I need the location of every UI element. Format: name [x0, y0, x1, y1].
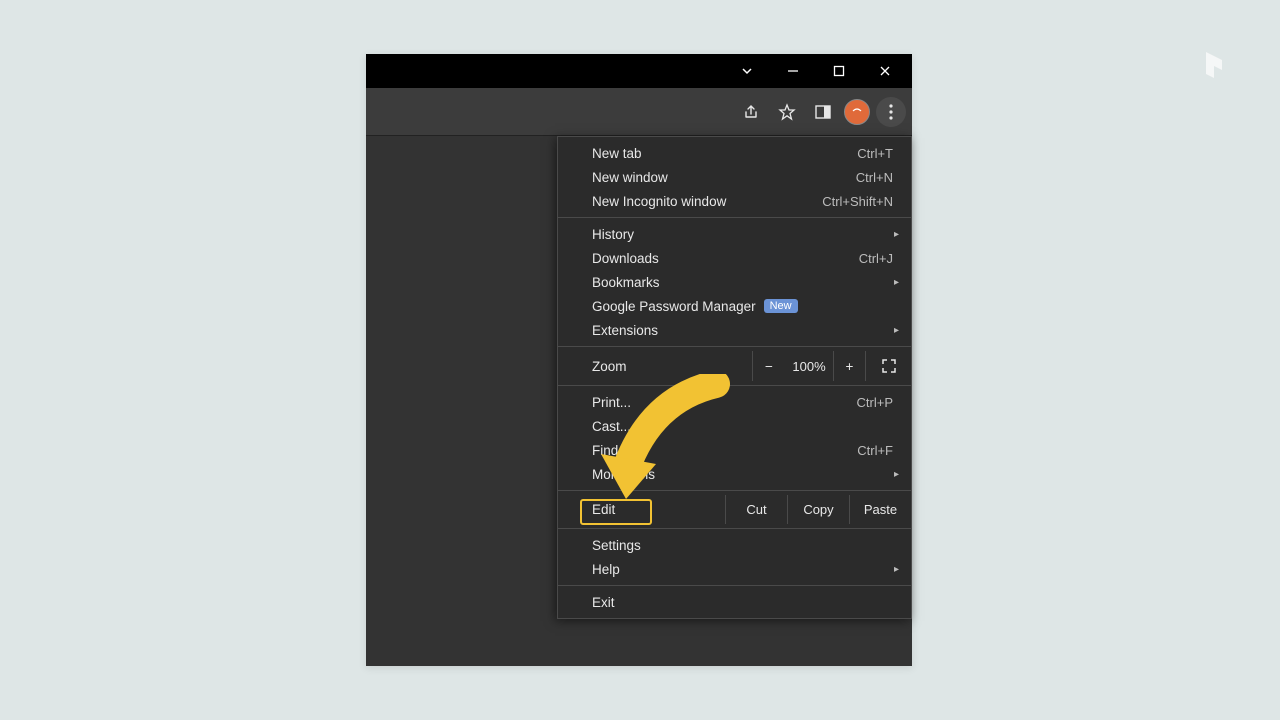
menu-item-find[interactable]: Find... Ctrl+F [558, 438, 911, 462]
menu-label: Extensions [592, 323, 893, 338]
menu-item-password-manager[interactable]: Google Password Manager New [558, 294, 911, 318]
brand-logo [1198, 48, 1230, 80]
close-button[interactable] [862, 54, 908, 88]
menu-shortcut: Ctrl+N [856, 170, 893, 185]
cut-button[interactable]: Cut [725, 495, 787, 524]
share-icon[interactable] [736, 97, 766, 127]
menu-label: Exit [592, 595, 893, 610]
menu-item-new-tab[interactable]: New tab Ctrl+T [558, 141, 911, 165]
browser-window: New tab Ctrl+T New window Ctrl+N New Inc… [366, 54, 912, 666]
zoom-in-button[interactable]: + [833, 351, 865, 381]
side-panel-icon[interactable] [808, 97, 838, 127]
menu-item-zoom: Zoom − 100% + [558, 351, 911, 381]
menu-label: Settings [592, 538, 893, 553]
menu-shortcut: Ctrl+J [859, 251, 893, 266]
menu-item-exit[interactable]: Exit [558, 590, 911, 614]
menu-label: New window [592, 170, 856, 185]
browser-toolbar [366, 88, 912, 136]
menu-label: Google Password Manager [592, 299, 756, 314]
menu-item-help[interactable]: Help ▸ [558, 557, 911, 581]
menu-label: Print... [592, 395, 857, 410]
submenu-arrow-icon: ▸ [894, 325, 899, 336]
zoom-label: Zoom [592, 359, 752, 374]
menu-shortcut: Ctrl+Shift+N [822, 194, 893, 209]
menu-separator [558, 585, 911, 586]
menu-item-bookmarks[interactable]: Bookmarks ▸ [558, 270, 911, 294]
menu-item-settings[interactable]: Settings [558, 533, 911, 557]
window-titlebar [366, 54, 912, 88]
menu-item-more-tools[interactable]: More tools ▸ [558, 462, 911, 486]
menu-item-extensions[interactable]: Extensions ▸ [558, 318, 911, 342]
menu-label: Bookmarks [592, 275, 893, 290]
profile-avatar[interactable] [844, 99, 870, 125]
menu-label: More tools [592, 467, 893, 482]
edit-label: Edit [592, 502, 725, 517]
new-badge: New [764, 299, 798, 313]
menu-item-cast[interactable]: Cast... [558, 414, 911, 438]
copy-button[interactable]: Copy [787, 495, 849, 524]
menu-shortcut: Ctrl+P [857, 395, 893, 410]
menu-label: Find... [592, 443, 857, 458]
submenu-arrow-icon: ▸ [894, 229, 899, 240]
menu-item-new-window[interactable]: New window Ctrl+N [558, 165, 911, 189]
browser-content: New tab Ctrl+T New window Ctrl+N New Inc… [366, 136, 912, 666]
menu-separator [558, 346, 911, 347]
menu-label: New tab [592, 146, 857, 161]
submenu-arrow-icon: ▸ [894, 469, 899, 480]
menu-item-history[interactable]: History ▸ [558, 222, 911, 246]
menu-separator [558, 385, 911, 386]
menu-shortcut: Ctrl+T [857, 146, 893, 161]
chrome-main-menu: New tab Ctrl+T New window Ctrl+N New Inc… [557, 136, 912, 619]
kebab-menu-icon[interactable] [876, 97, 906, 127]
zoom-controls: − 100% + [752, 351, 911, 381]
menu-item-print[interactable]: Print... Ctrl+P [558, 390, 911, 414]
menu-label: New Incognito window [592, 194, 822, 209]
menu-separator [558, 217, 911, 218]
tab-dropdown-button[interactable] [724, 54, 770, 88]
bookmark-star-icon[interactable] [772, 97, 802, 127]
menu-separator [558, 528, 911, 529]
zoom-value: 100% [785, 359, 833, 374]
menu-separator [558, 490, 911, 491]
submenu-arrow-icon: ▸ [894, 564, 899, 575]
paste-button[interactable]: Paste [849, 495, 911, 524]
submenu-arrow-icon: ▸ [894, 277, 899, 288]
maximize-button[interactable] [816, 54, 862, 88]
menu-label: Cast... [592, 419, 893, 434]
menu-item-new-incognito[interactable]: New Incognito window Ctrl+Shift+N [558, 189, 911, 213]
menu-label: History [592, 227, 893, 242]
menu-label: Downloads [592, 251, 859, 266]
minimize-button[interactable] [770, 54, 816, 88]
fullscreen-button[interactable] [865, 351, 911, 381]
menu-item-downloads[interactable]: Downloads Ctrl+J [558, 246, 911, 270]
menu-shortcut: Ctrl+F [857, 443, 893, 458]
zoom-out-button[interactable]: − [753, 351, 785, 381]
menu-item-edit: Edit Cut Copy Paste [558, 495, 911, 524]
menu-label: Help [592, 562, 893, 577]
